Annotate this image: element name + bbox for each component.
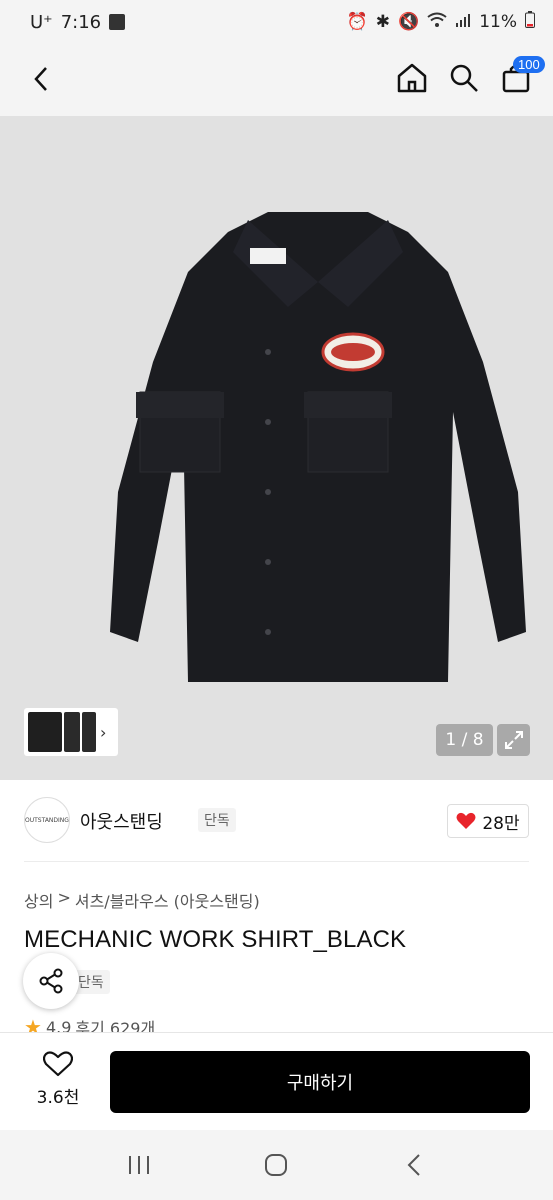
chevron-right-icon[interactable]: › bbox=[100, 723, 106, 742]
brand-logo[interactable]: OUTSTANDING bbox=[24, 797, 70, 843]
wifi-icon bbox=[427, 12, 447, 33]
chevron-left-icon bbox=[34, 67, 47, 91]
recent-apps-button[interactable] bbox=[114, 1145, 164, 1185]
product-image-gallery[interactable]: › 1 / 8 bbox=[0, 116, 553, 780]
search-button[interactable] bbox=[447, 58, 481, 98]
wishlist-count: 3.6천 bbox=[36, 1088, 80, 1108]
status-bar: U⁺ 7:16 ⏰ ✱ 🔇 11% bbox=[0, 0, 553, 44]
heart-filled-icon bbox=[456, 812, 476, 829]
back-button[interactable] bbox=[24, 62, 58, 96]
product-title: MECHANIC WORK SHIRT_BLACK bbox=[24, 926, 407, 953]
brand-name[interactable]: 아웃스탠딩 bbox=[80, 808, 163, 834]
mute-icon: 🔇 bbox=[398, 12, 420, 32]
carrier-label: U⁺ bbox=[30, 11, 53, 33]
recent-apps-icon bbox=[128, 1156, 149, 1174]
status-time: 7:16 bbox=[60, 11, 102, 33]
thumbnail-image[interactable] bbox=[64, 712, 80, 752]
thumbnail-strip[interactable]: › bbox=[24, 708, 118, 756]
brand-like-button[interactable]: 28만 bbox=[447, 804, 529, 838]
top-navigation: 100 bbox=[0, 44, 553, 116]
system-back-button[interactable] bbox=[389, 1145, 439, 1185]
chevron-left-icon bbox=[407, 1154, 420, 1176]
alarm-icon: ⏰ bbox=[346, 12, 368, 32]
signal-icon bbox=[455, 12, 471, 33]
cart-button[interactable]: 100 bbox=[499, 56, 545, 98]
bluetooth-icon: ✱ bbox=[375, 12, 391, 32]
battery-icon bbox=[525, 11, 535, 33]
cart-count-badge: 100 bbox=[513, 56, 545, 73]
bottom-action-bar: 3.6천 구매하기 bbox=[0, 1032, 553, 1130]
thumbnail-image[interactable] bbox=[26, 710, 64, 754]
home-square-icon bbox=[265, 1154, 288, 1176]
share-button[interactable] bbox=[23, 953, 79, 1009]
image-page-counter: 1 / 8 bbox=[436, 724, 493, 756]
gallery-notification-icon bbox=[109, 14, 126, 30]
breadcrumb-separator: > bbox=[57, 888, 71, 907]
heart-outline-icon bbox=[43, 1051, 73, 1077]
brand-like-count: 28만 bbox=[482, 813, 520, 834]
thumbnail-image[interactable] bbox=[82, 712, 96, 752]
home-system-button[interactable] bbox=[251, 1145, 301, 1185]
home-button[interactable] bbox=[395, 58, 429, 98]
breadcrumb: 상의 > 셔츠/블라우스 (아웃스탠딩) bbox=[24, 888, 260, 912]
breadcrumb-category[interactable]: 상의 bbox=[24, 888, 53, 912]
system-navigation-bar bbox=[0, 1130, 553, 1200]
brand-exclusive-tag: 단독 bbox=[198, 808, 236, 832]
search-icon bbox=[450, 64, 478, 92]
expand-button[interactable] bbox=[497, 724, 530, 756]
brand-row: OUTSTANDING 아웃스탠딩 단독 28만 bbox=[24, 780, 529, 862]
wishlist-button[interactable]: 3.6천 bbox=[30, 1051, 86, 1113]
expand-icon bbox=[504, 731, 523, 749]
buy-button[interactable]: 구매하기 bbox=[110, 1051, 530, 1113]
breadcrumb-subcategory[interactable]: 셔츠/블라우스 (아웃스탠딩) bbox=[75, 888, 260, 912]
share-icon bbox=[39, 968, 63, 994]
home-icon bbox=[397, 63, 427, 93]
product-photo bbox=[110, 212, 526, 682]
battery-level: 11% bbox=[479, 12, 517, 32]
